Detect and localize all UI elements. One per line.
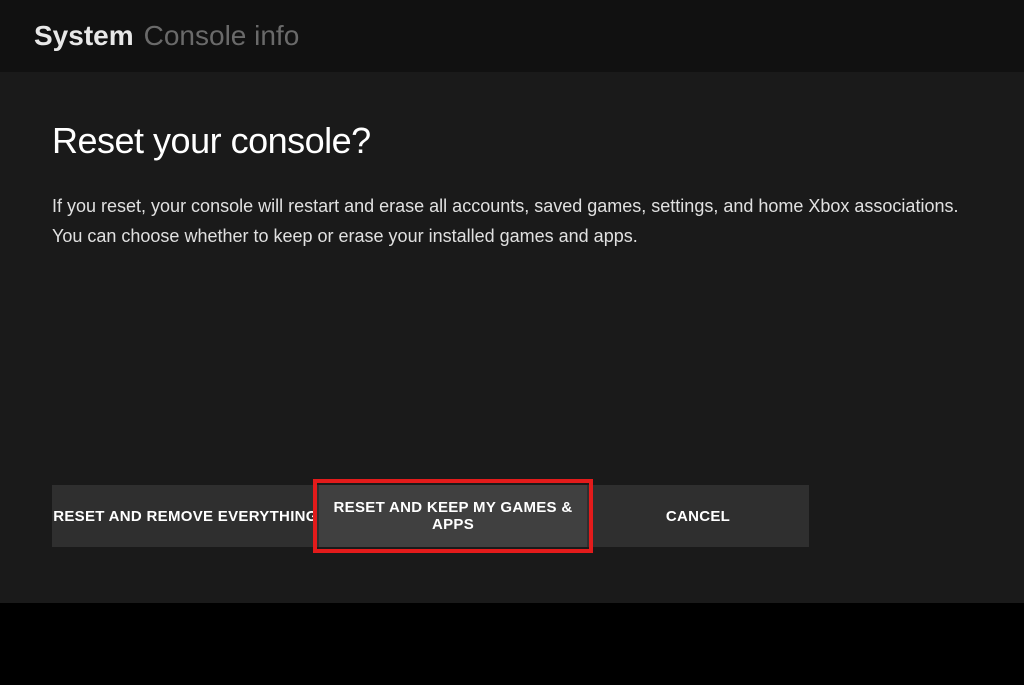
header-bar: System Console info xyxy=(0,0,1024,72)
cancel-button[interactable]: CANCEL xyxy=(587,485,809,547)
dialog-title: Reset your console? xyxy=(52,120,972,162)
button-row: RESET AND REMOVE EVERYTHING RESET AND KE… xyxy=(52,485,809,547)
reset-keep-games-apps-button[interactable]: RESET AND KEEP MY GAMES & APPS xyxy=(319,485,587,547)
reset-keep-label: RESET AND KEEP MY GAMES & APPS xyxy=(319,499,587,533)
bottom-bar xyxy=(0,603,1024,685)
breadcrumb-secondary: Console info xyxy=(144,20,300,52)
reset-remove-everything-button[interactable]: RESET AND REMOVE EVERYTHING xyxy=(52,485,319,547)
dialog-panel: Reset your console? If you reset, your c… xyxy=(0,72,1024,603)
breadcrumb-primary: System xyxy=(34,20,134,52)
dialog-description: If you reset, your console will restart … xyxy=(52,192,972,251)
